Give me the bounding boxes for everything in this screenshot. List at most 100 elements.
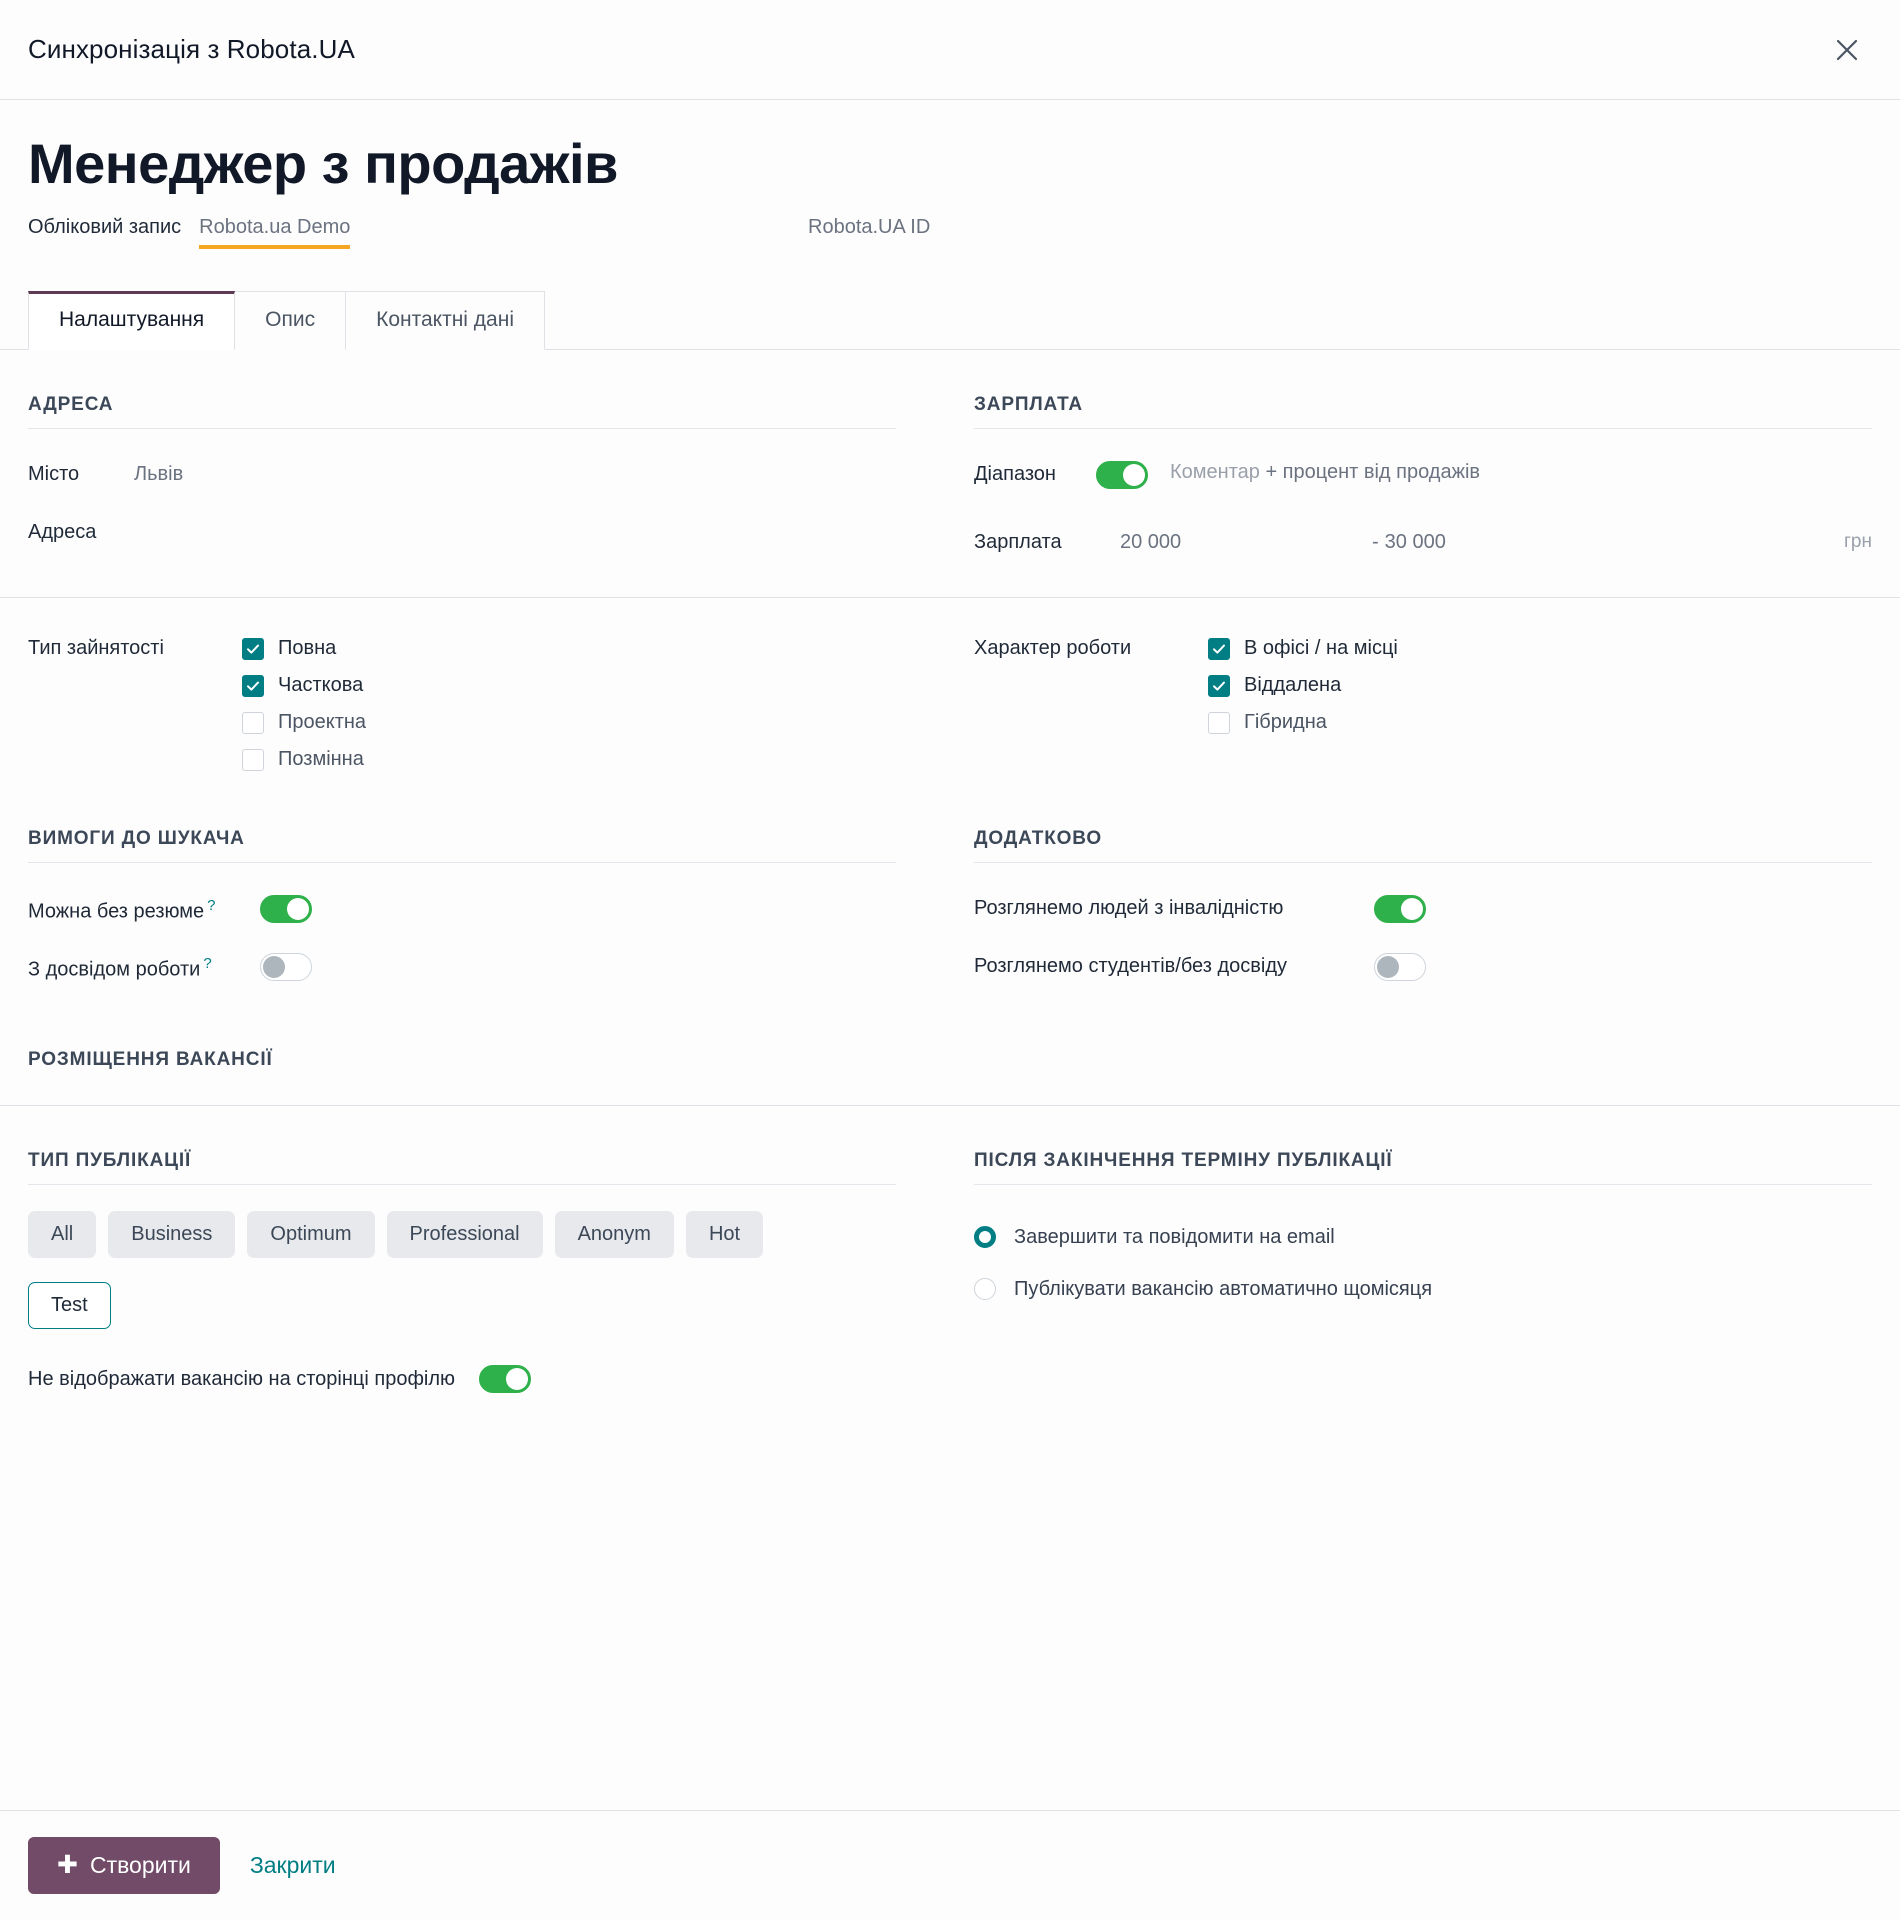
no-resume-label: Можна без резюме — [28, 901, 205, 924]
radio-finish-notify[interactable] — [974, 1226, 996, 1249]
disability-label: Розглянемо людей з інвалідністю — [974, 897, 1284, 920]
city-row: Місто Львів — [28, 455, 896, 513]
group-row-publication: ТИП ПУБЛІКАЦІЇ All Business Optimum Prof… — [28, 1106, 1872, 1330]
salary-from-input[interactable]: 20 000 — [1096, 531, 1372, 554]
checkbox-row[interactable]: Повна — [242, 630, 366, 667]
chip-test[interactable]: Test — [28, 1282, 111, 1330]
page-title: Менеджер з продажів — [28, 132, 618, 195]
students-toggle[interactable] — [1374, 953, 1426, 982]
tab-settings[interactable]: Налаштування — [28, 291, 236, 351]
checkbox-hybrid[interactable] — [1208, 711, 1230, 734]
toggle-knob — [1123, 464, 1145, 487]
checkbox-row[interactable]: Гібридна — [1208, 704, 1398, 741]
header-fields: Обліковий запис Robota.ua Demo Robota.UA… — [28, 216, 1872, 250]
disability-row: Розглянемо людей з інвалідністю — [974, 889, 1872, 947]
requirements-group: ВИМОГИ ДО ШУКАЧА Можна без резюме? З дос… — [28, 784, 950, 1005]
close-button[interactable]: Закрити — [228, 1838, 358, 1893]
range-toggle[interactable] — [1096, 461, 1148, 490]
checkbox-row[interactable]: Віддалена — [1208, 667, 1398, 704]
tab-description[interactable]: Опис — [234, 291, 347, 351]
salary-label: Зарплата — [974, 530, 1062, 553]
address-group-title: АДРЕСА — [28, 350, 896, 430]
disability-toggle[interactable] — [1374, 895, 1426, 924]
checkbox-partial[interactable] — [242, 674, 264, 697]
chip-anonym[interactable]: Anonym — [554, 1211, 674, 1259]
publication-type-title: ТИП ПУБЛІКАЦІЇ — [28, 1106, 896, 1186]
toggle-knob — [263, 956, 285, 979]
employment-type-label: Тип зайнятості — [28, 637, 164, 660]
salary-dash: - — [1372, 530, 1379, 553]
help-icon[interactable]: ? — [207, 897, 215, 914]
salary-row: Зарплата 20 000 - 30 000 грн — [974, 513, 1872, 571]
chip-business[interactable]: Business — [108, 1211, 236, 1259]
modal-footer: ✚ Створити Закрити — [0, 1810, 1900, 1920]
checkbox-shift[interactable] — [242, 748, 264, 771]
no-resume-toggle[interactable] — [260, 895, 312, 924]
chip-hot[interactable]: Hot — [685, 1211, 764, 1259]
radio-republish-monthly[interactable] — [974, 1278, 996, 1301]
additional-group: ДОДАТКОВО Розглянемо людей з інвалідніст… — [950, 784, 1872, 1005]
after-expiry-group: ПІСЛЯ ЗАКІНЧЕННЯ ТЕРМІНУ ПУБЛІКАЦІЇ Заве… — [950, 1106, 1872, 1329]
checkbox-label: Віддалена — [1244, 674, 1342, 697]
checkbox-remote[interactable] — [1208, 674, 1230, 697]
with-experience-toggle[interactable] — [260, 953, 312, 982]
chip-all[interactable]: All — [28, 1211, 97, 1259]
salary-comment-label: Коментар — [1170, 461, 1260, 484]
record-header: Менеджер з продажів Обліковий запис Robo… — [0, 100, 1900, 250]
students-row: Розглянемо студентів/без досвіду — [974, 947, 1872, 1005]
account-field: Обліковий запис Robota.ua Demo — [28, 216, 808, 250]
account-value[interactable]: Robota.ua Demo — [199, 216, 351, 250]
range-label: Діапазон — [974, 463, 1056, 486]
radio-row[interactable]: Публікувати вакансію автоматично щомісяц… — [974, 1263, 1872, 1315]
create-button[interactable]: ✚ Створити — [28, 1837, 220, 1894]
placement-group: РОЗМІЩЕННЯ ВАКАНСІЇ — [28, 1005, 950, 1105]
plus-icon: ✚ — [57, 1851, 78, 1879]
city-value[interactable]: Львів — [134, 461, 183, 486]
chip-professional[interactable]: Professional — [386, 1211, 543, 1259]
after-expiry-title: ПІСЛЯ ЗАКІНЧЕННЯ ТЕРМІНУ ПУБЛІКАЦІЇ — [974, 1106, 1872, 1186]
checkbox-label: Повна — [278, 637, 337, 660]
toggle-knob — [1377, 956, 1399, 979]
tab-contact-data[interactable]: Контактні дані — [345, 291, 545, 351]
checkbox-onsite[interactable] — [1208, 637, 1230, 660]
group-row-requirements-additional: ВИМОГИ ДО ШУКАЧА Можна без резюме? З дос… — [28, 784, 1872, 1005]
radio-label: Завершити та повідомити на email — [1014, 1225, 1335, 1248]
no-resume-row: Можна без резюме? — [28, 889, 896, 947]
radio-row[interactable]: Завершити та повідомити на email — [974, 1211, 1872, 1263]
close-icon[interactable] — [1824, 27, 1870, 73]
checkbox-label: Часткова — [278, 674, 364, 697]
additional-group-title: ДОДАТКОВО — [974, 784, 1872, 864]
robota-id-label: Robota.UA ID — [808, 216, 931, 239]
checkbox-row[interactable]: Проектна — [242, 704, 366, 741]
publication-type-group: ТИП ПУБЛІКАЦІЇ All Business Optimum Prof… — [28, 1106, 950, 1330]
hide-on-profile-row: Не відображати вакансію на сторінці проф… — [28, 1329, 1872, 1394]
chip-optimum[interactable]: Optimum — [247, 1211, 375, 1259]
checkbox-row[interactable]: Часткова — [242, 667, 366, 704]
publication-type-chips: All Business Optimum Professional Anonym… — [28, 1211, 896, 1330]
modal-body: Менеджер з продажів Обліковий запис Robo… — [0, 100, 1900, 1810]
address-label: Адреса — [28, 521, 97, 544]
group-row-placement: РОЗМІЩЕННЯ ВАКАНСІЇ — [28, 1005, 1872, 1105]
sync-dialog: Синхронізація з Robota.UA Менеджер з про… — [0, 0, 1900, 1920]
modal-title: Синхронізація з Robota.UA — [28, 34, 355, 64]
with-experience-row: З досвідом роботи? — [28, 947, 896, 1005]
address-group: АДРЕСА Місто Львів Адреса — [28, 350, 950, 571]
salary-group: ЗАРПЛАТА Діапазон Коментар + процент від… — [950, 350, 1872, 571]
checkbox-label: Позмінна — [278, 748, 364, 771]
checkbox-row[interactable]: В офісі / на місці — [1208, 630, 1398, 667]
hide-on-profile-toggle[interactable] — [479, 1365, 532, 1394]
checkbox-pane: Тип зайнятості Повна Часткова Проектна П… — [0, 598, 1900, 1105]
employment-type-group: Тип зайнятості Повна Часткова Проектна П… — [28, 624, 950, 784]
salary-group-title: ЗАРПЛАТА — [974, 350, 1872, 430]
checkbox-row[interactable]: Позмінна — [242, 741, 366, 778]
settings-pane: АДРЕСА Місто Львів Адреса ЗАРПЛАТА Діапа… — [0, 350, 1900, 597]
salary-comment-value[interactable]: + процент від продажів — [1265, 461, 1480, 483]
radio-label: Публікувати вакансію автоматично щомісяц… — [1014, 1277, 1433, 1300]
hide-on-profile-label: Не відображати вакансію на сторінці проф… — [28, 1367, 456, 1390]
group-row-address-salary: АДРЕСА Місто Львів Адреса ЗАРПЛАТА Діапа… — [28, 350, 1872, 571]
create-button-label: Створити — [89, 1852, 191, 1878]
checkbox-project[interactable] — [242, 711, 264, 734]
checkbox-full[interactable] — [242, 637, 264, 660]
help-icon[interactable]: ? — [203, 955, 211, 972]
salary-to-input[interactable]: 30 000 — [1385, 531, 1446, 554]
